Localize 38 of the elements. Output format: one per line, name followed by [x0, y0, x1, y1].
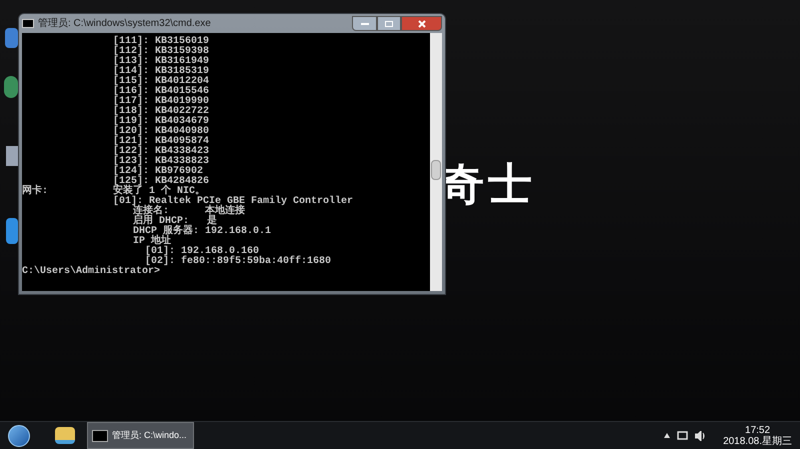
console-line: [02]: fe80::89f5:59ba:40ff:1680 [145, 257, 332, 267]
console-line: [111]: KB3156019 [112, 37, 210, 47]
console-line: [116]: KB4015546 [112, 87, 210, 97]
console-line: [115]: KB4012204 [112, 77, 210, 87]
console-line: [112]: KB3159398 [112, 47, 210, 57]
wallpaper-text: 奇士 [440, 163, 536, 207]
command-prompt: C:\Users\Administrator> [22, 267, 160, 277]
console-label: 网卡: [22, 187, 50, 197]
console-line: [124]: KB976902 [112, 167, 204, 177]
app-icon[interactable] [5, 28, 18, 48]
up-arrow-icon[interactable] [664, 433, 670, 438]
minimize-button[interactable] [352, 16, 377, 31]
clock-date[interactable]: 2018.08.星期三 [723, 436, 792, 446]
app-icon[interactable] [6, 218, 18, 244]
console-line: IP 地址 [132, 237, 172, 247]
console-line: [117]: KB4019990 [112, 97, 210, 107]
maximize-button[interactable] [377, 16, 401, 31]
close-button[interactable] [401, 16, 442, 31]
console-line: [123]: KB4338823 [112, 157, 210, 167]
console-icon [92, 430, 108, 442]
start-button[interactable] [8, 424, 30, 446]
console-line: [120]: KB4040980 [112, 127, 210, 137]
console-line: [114]: KB3185319 [112, 67, 210, 77]
console-line: [122]: KB4338423 [112, 147, 210, 157]
console-line: [113]: KB3161949 [112, 57, 210, 67]
console-line: [121]: KB4095874 [112, 137, 210, 147]
console-line: [119]: KB4034679 [112, 117, 210, 127]
scrollbar-thumb[interactable] [431, 160, 441, 180]
close-icon [418, 20, 426, 28]
speaker-icon[interactable] [695, 430, 706, 440]
console-line: [01]: 192.168.0.160 [144, 247, 260, 257]
console-line: [118]: KB4022722 [112, 107, 210, 117]
folder-icon[interactable] [55, 427, 75, 444]
window-title: 管理员: C:\windows\system32\cmd.exe [38, 17, 211, 31]
scrollbar[interactable] [430, 33, 442, 291]
taskbar-button[interactable]: 管理员: C:\windo... [87, 422, 194, 449]
clock-time[interactable]: 17:52 [745, 424, 770, 436]
console-icon [22, 19, 34, 28]
